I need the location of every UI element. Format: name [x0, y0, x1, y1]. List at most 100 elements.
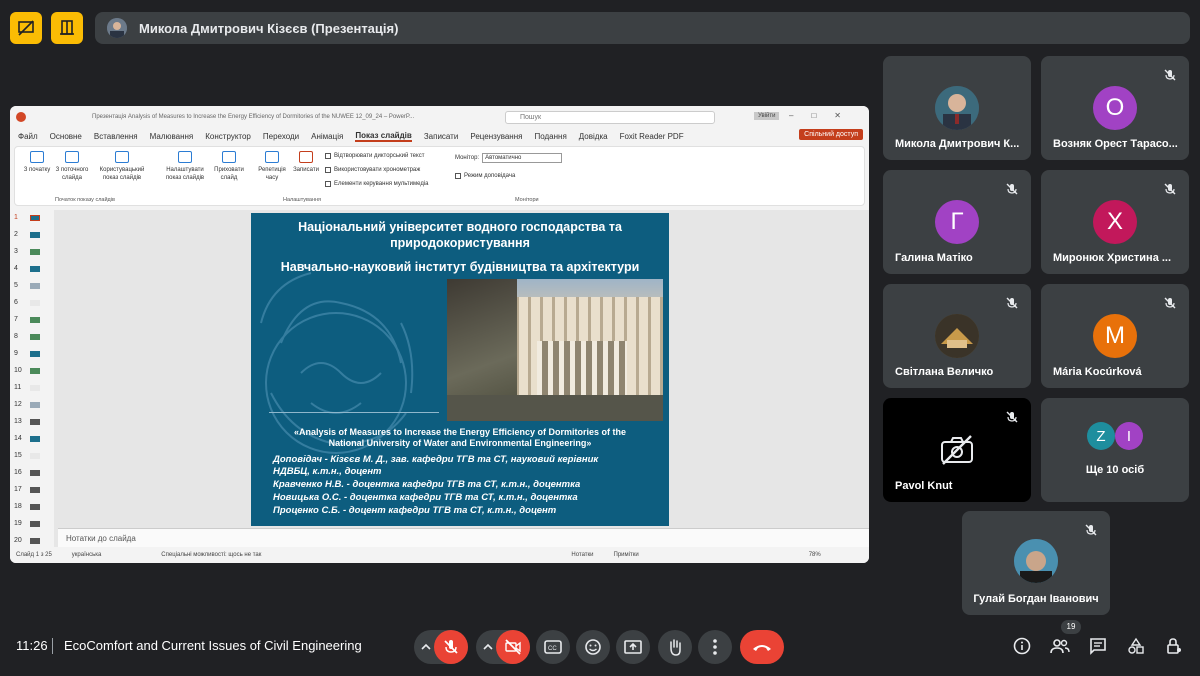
- slide-title-line-1: Національний університет водного господа…: [298, 220, 622, 234]
- slide-thumb[interactable]: 3: [14, 248, 50, 255]
- rehearse-button[interactable]: Репетиція часу: [255, 151, 289, 182]
- participant-avatar: Г: [935, 200, 979, 244]
- meeting-info-button[interactable]: [1010, 634, 1034, 658]
- divider: [52, 638, 53, 654]
- reactions-button[interactable]: [576, 630, 610, 664]
- presentation-icon[interactable]: [10, 12, 42, 44]
- record-button[interactable]: Записати: [289, 151, 323, 174]
- slide-thumb[interactable]: 15: [14, 452, 50, 459]
- language-status[interactable]: українська: [72, 552, 102, 558]
- pin-layout-icon[interactable]: [51, 12, 83, 44]
- narration-checkbox[interactable]: Відтворювати дикторський текст: [325, 153, 424, 159]
- captions-button[interactable]: CC: [536, 630, 570, 664]
- slide-topic-line-1: «Analysis of Measures to Increase the En…: [293, 427, 627, 437]
- participant-tile[interactable]: Г Галина Матіко: [883, 170, 1031, 274]
- more-options-button[interactable]: [698, 630, 732, 664]
- shared-screen[interactable]: Презентація Analysis of Measures to Incr…: [10, 106, 869, 563]
- status-bar: Слайд 1 з 25 українська Спеціальні можли…: [10, 547, 869, 563]
- participant-tile[interactable]: Гулай Богдан Іванович: [962, 511, 1110, 615]
- chat-button[interactable]: [1086, 634, 1110, 658]
- present-screen-button[interactable]: [616, 630, 650, 664]
- slide-thumb[interactable]: 11: [14, 384, 50, 391]
- more-participants-tile[interactable]: Z I Ще 10 осіб: [1041, 398, 1189, 502]
- window-controls[interactable]: –□✕: [789, 111, 859, 120]
- slide-divider: [269, 412, 439, 413]
- slide-thumb[interactable]: 7: [14, 316, 50, 323]
- monitor-select[interactable]: Монітор: Автоматично: [455, 153, 563, 163]
- slide-thumb[interactable]: 16: [14, 469, 50, 476]
- menu-home[interactable]: Основне: [50, 132, 82, 141]
- share-button[interactable]: Спільний доступ: [799, 129, 863, 140]
- slide-thumb[interactable]: 2: [14, 231, 50, 238]
- presenter-view-checkbox[interactable]: Режим доповідача: [455, 173, 515, 179]
- menu-insert[interactable]: Вставлення: [94, 132, 138, 141]
- menu-draw[interactable]: Малювання: [150, 132, 194, 141]
- slide-thumb[interactable]: 10: [14, 367, 50, 374]
- comments-toggle[interactable]: Примітки: [614, 552, 639, 558]
- participant-tile[interactable]: M Mária Kocúrková: [1041, 284, 1189, 388]
- menu-slideshow[interactable]: Показ слайдів: [355, 131, 412, 142]
- slide-thumb[interactable]: 19: [14, 520, 50, 527]
- participant-tile[interactable]: О Возняк Орест Тарасо...: [1041, 56, 1189, 160]
- hang-up-icon: [753, 645, 771, 651]
- presenter-bar[interactable]: Микола Дмитрович Кізєєв (Презентація): [95, 12, 1190, 44]
- menu-transitions[interactable]: Переходи: [263, 132, 299, 141]
- participant-tile[interactable]: Pavol Knut: [883, 398, 1031, 502]
- slide-thumb[interactable]: 5: [14, 282, 50, 289]
- activities-button[interactable]: [1124, 634, 1148, 658]
- menu-record[interactable]: Записати: [424, 132, 459, 141]
- slide-thumb[interactable]: 17: [14, 486, 50, 493]
- notes-toggle[interactable]: Нотатки: [571, 552, 593, 558]
- menu-view[interactable]: Подання: [534, 132, 566, 141]
- shapes-icon: [1128, 637, 1144, 654]
- participant-tile[interactable]: Світлана Величко: [883, 284, 1031, 388]
- slide-thumb[interactable]: 12: [14, 401, 50, 408]
- menu-design[interactable]: Конструктор: [205, 132, 251, 141]
- camera-toggle-button[interactable]: [496, 630, 530, 664]
- menu-help[interactable]: Довідка: [579, 132, 608, 141]
- host-controls-button[interactable]: [1162, 634, 1186, 658]
- participant-name: Галина Матіко: [895, 252, 973, 264]
- media-controls-checkbox[interactable]: Елементи керування мультимедіа: [325, 181, 429, 187]
- menu-file[interactable]: Файл: [18, 132, 38, 141]
- slide-thumb[interactable]: 1: [14, 214, 50, 221]
- from-current-button[interactable]: З поточного слайда: [53, 151, 91, 182]
- slide-thumb[interactable]: 13: [14, 418, 50, 425]
- hide-slide-button[interactable]: Приховати слайд: [211, 151, 247, 182]
- participant-name: Миронюк Христина ...: [1053, 252, 1172, 264]
- raise-hand-button[interactable]: [658, 630, 692, 664]
- timings-checkbox[interactable]: Використовувати хронометраж: [325, 167, 420, 173]
- slide-thumb[interactable]: 14: [14, 435, 50, 442]
- slide-thumb[interactable]: 8: [14, 333, 50, 340]
- slide-thumb[interactable]: 18: [14, 503, 50, 510]
- menu-animations[interactable]: Анімація: [311, 132, 343, 141]
- menu-review[interactable]: Рецензування: [470, 132, 522, 141]
- participant-avatar: M: [1093, 314, 1137, 358]
- setup-show-button[interactable]: Налаштувати показ слайдів: [160, 151, 210, 182]
- zoom-level[interactable]: 78%: [809, 552, 821, 558]
- from-start-button[interactable]: З початку: [21, 151, 53, 174]
- chevron-up-icon[interactable]: [482, 642, 494, 652]
- people-button[interactable]: [1048, 634, 1072, 658]
- slide-thumb[interactable]: 20: [14, 537, 50, 544]
- microphone-toggle-button[interactable]: [434, 630, 468, 664]
- notes-field[interactable]: Нотатки до слайда: [58, 528, 869, 547]
- participant-tile[interactable]: Х Миронюк Христина ...: [1041, 170, 1189, 274]
- chevron-up-icon[interactable]: [420, 642, 432, 652]
- slide-thumb[interactable]: 6: [14, 299, 50, 306]
- custom-show-button[interactable]: Користувацький показ слайдів: [97, 151, 147, 182]
- sign-in-button[interactable]: Увійти: [754, 112, 780, 120]
- presenter-avatar: [107, 18, 127, 38]
- slide-thumb[interactable]: 9: [14, 350, 50, 357]
- current-slide[interactable]: Національний університет водного господа…: [251, 213, 669, 526]
- search-input[interactable]: Пошук: [505, 111, 715, 124]
- accessibility-status[interactable]: Спеціальні можливості: щось не так: [161, 552, 261, 558]
- slide-thumb[interactable]: 4: [14, 265, 50, 272]
- menu-foxit[interactable]: Foxit Reader PDF: [620, 132, 684, 141]
- building-photo: [447, 279, 663, 421]
- mic-off-icon: [1006, 297, 1018, 309]
- slide-author-1: Кравченко Н.В. - доцентка кафедри ТГВ та…: [273, 479, 581, 490]
- participant-tile[interactable]: Микола Дмитрович К...: [883, 56, 1031, 160]
- leave-call-button[interactable]: [740, 630, 784, 664]
- more-vert-icon: [713, 639, 717, 655]
